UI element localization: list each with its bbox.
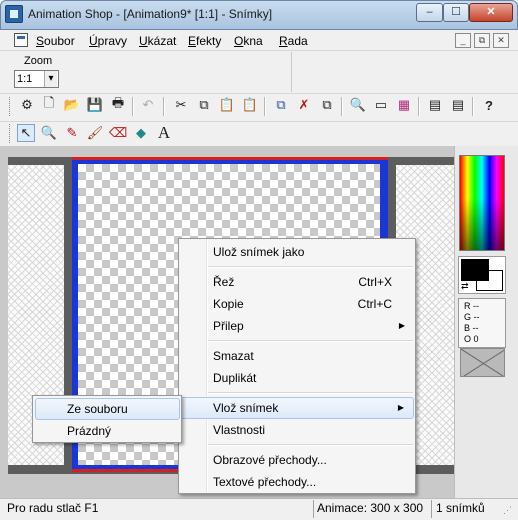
toolbar-separator: [472, 97, 473, 116]
eraser-icon[interactable]: ⌫: [109, 124, 127, 142]
blue-value: B --: [464, 323, 479, 333]
frame-strip-icon[interactable]: ▤: [426, 96, 444, 114]
zoom-label: Zoom: [24, 55, 53, 67]
menu-ukazat[interactable]: Ukázat: [139, 34, 176, 48]
menu-item-text-transitions[interactable]: Textové přechody...: [180, 471, 414, 493]
status-frame-count: 1 snímků: [431, 500, 501, 518]
menu-item-insert-frame[interactable]: Vlož snímek ▶: [180, 397, 414, 419]
rgbo-readout: R -- G -- B -- O 0: [458, 298, 506, 348]
menu-item-copy[interactable]: Kopie Ctrl+C: [180, 293, 414, 315]
menu-soubor[interactable]: Soubor: [36, 34, 75, 48]
window-title: Animation Shop - [Animation9* [1:1] - Sn…: [28, 7, 273, 21]
delete-frame-icon[interactable]: ✗: [295, 96, 313, 114]
toolbar-separator: [418, 97, 419, 116]
insert-frame-icon[interactable]: ⧉: [272, 96, 290, 114]
frame-properties-icon[interactable]: ⧉: [318, 96, 336, 114]
open-icon[interactable]: 📂: [63, 96, 81, 114]
toolbar-grip[interactable]: [9, 124, 12, 143]
dropper-icon[interactable]: ✎: [63, 124, 81, 142]
zoom-select[interactable]: 1:1: [14, 70, 59, 88]
resize-grip[interactable]: ⋰: [503, 505, 512, 515]
toolbar-separator: [341, 97, 342, 116]
status-hint: Pro radu stlač F1: [7, 501, 99, 515]
foreground-color-swatch[interactable]: [461, 259, 489, 281]
text-icon[interactable]: A: [155, 123, 173, 142]
undo-icon[interactable]: ↶: [139, 96, 157, 114]
new-icon[interactable]: 🗋: [40, 95, 58, 114]
maximize-button[interactable]: ☐: [443, 3, 469, 22]
help-icon[interactable]: ?: [480, 96, 498, 114]
fill-icon[interactable]: ◆: [132, 124, 150, 142]
menu-separator: [208, 444, 413, 445]
red-value: R --: [464, 301, 479, 311]
toolbar-separator: [163, 97, 164, 116]
menu-item-paste[interactable]: Přilep ▶: [180, 315, 414, 337]
print-icon[interactable]: 🖶: [109, 95, 127, 114]
menu-item-delete[interactable]: Smazat: [180, 345, 414, 367]
color-spectrum[interactable]: [459, 155, 505, 251]
paste-special-icon[interactable]: 📋: [241, 96, 259, 114]
menu-okna[interactable]: Okna: [234, 34, 263, 48]
status-animation-size: Animace: 300 x 300: [313, 500, 430, 518]
menu-item-image-transitions[interactable]: Obrazové přechody...: [180, 449, 414, 471]
app-icon: [5, 5, 23, 23]
menu-item-duplicate[interactable]: Duplikát: [180, 367, 414, 389]
toolbar-grip[interactable]: [9, 97, 12, 116]
arrow-icon[interactable]: ↖: [17, 124, 35, 142]
menu-separator: [208, 340, 413, 341]
toolbar-separator: [264, 97, 265, 116]
brush-icon[interactable]: 🖌: [86, 124, 104, 142]
close-button[interactable]: ✕: [469, 3, 513, 22]
null-style-icon: [461, 349, 504, 376]
menu-rada[interactable]: Rada: [279, 34, 308, 48]
mdi-close-button[interactable]: ✕: [493, 33, 509, 48]
wizard-icon[interactable]: ⚙: [18, 96, 36, 114]
magnifier-icon[interactable]: 🔍: [40, 124, 58, 142]
view-frames-icon[interactable]: ▭: [372, 96, 390, 114]
document-icon[interactable]: [14, 33, 28, 47]
swap-colors-icon[interactable]: ⇄: [461, 281, 473, 291]
insert-frame-submenu: Ze souboru Prázdný: [32, 395, 182, 443]
menu-item-empty[interactable]: Prázdný: [35, 420, 180, 442]
menu-item-save-frame-as[interactable]: Ulož snímek jako: [180, 241, 414, 263]
preview-icon[interactable]: 🔍: [349, 96, 367, 114]
paste-icon[interactable]: 📋: [218, 96, 236, 114]
menu-separator: [208, 266, 413, 267]
save-icon[interactable]: 💾: [86, 96, 104, 114]
palette-icon[interactable]: ▦: [395, 96, 413, 114]
menu-item-properties[interactable]: Vlastnosti: [180, 419, 414, 441]
toolbar-separator: [132, 97, 133, 116]
cut-icon[interactable]: ✂: [172, 96, 190, 114]
style-swatch[interactable]: [460, 348, 505, 377]
submenu-arrow-icon: ▶: [398, 321, 405, 330]
frame-strip-2-icon[interactable]: ▤: [449, 96, 467, 114]
minimize-button[interactable]: –: [416, 3, 443, 22]
menu-upravy[interactable]: Úpravy: [89, 34, 127, 48]
mdi-minimize-button[interactable]: _: [455, 33, 471, 48]
submenu-arrow-icon: ▶: [397, 403, 404, 412]
menu-efekty[interactable]: Efekty: [188, 34, 221, 48]
menu-item-from-file[interactable]: Ze souboru: [35, 398, 180, 420]
menu-separator: [208, 392, 413, 393]
copy-icon[interactable]: ⧉: [195, 96, 213, 114]
menu-item-cut[interactable]: Řež Ctrl+X: [180, 271, 414, 293]
mdi-restore-button[interactable]: ⧉: [474, 33, 490, 48]
green-value: G --: [464, 312, 480, 322]
context-menu: Ulož snímek jako Řež Ctrl+X Kopie Ctrl+C P…: [178, 238, 416, 494]
opacity-value: O 0: [464, 334, 479, 344]
